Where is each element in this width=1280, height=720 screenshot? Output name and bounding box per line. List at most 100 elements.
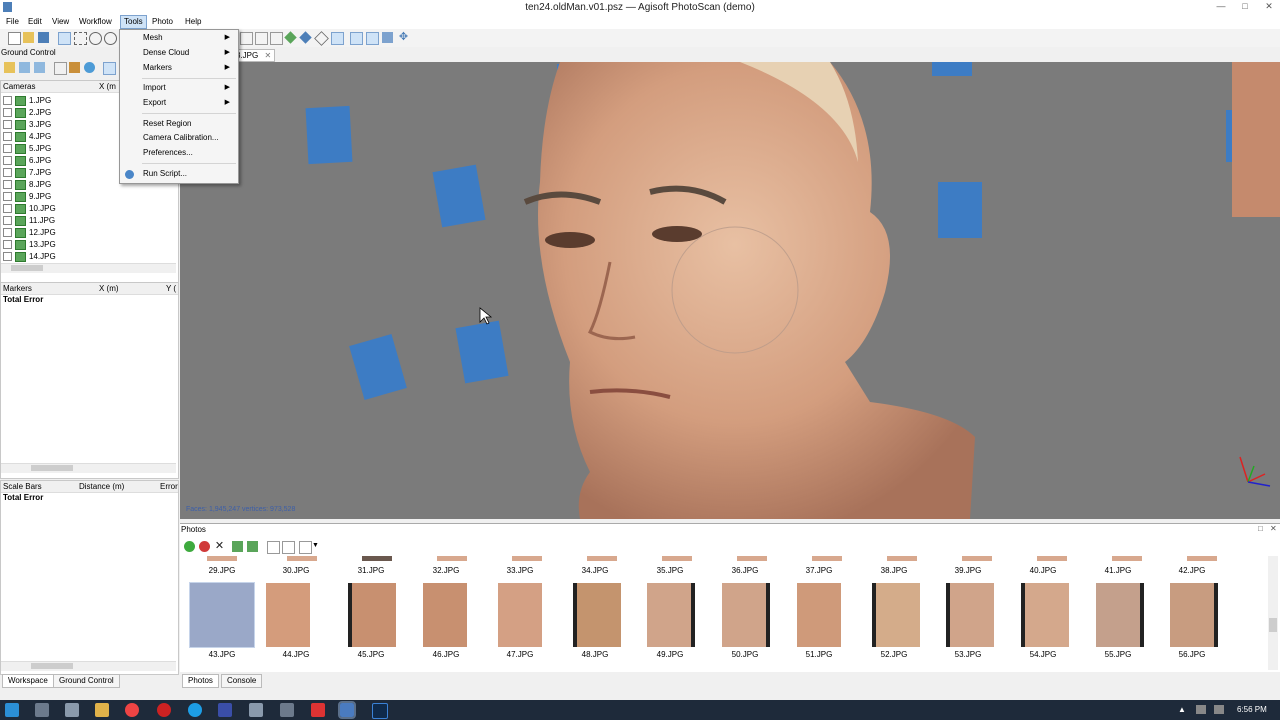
photo-thumbnail[interactable] bbox=[872, 583, 920, 647]
restore-icon[interactable]: □ bbox=[1258, 524, 1263, 533]
network-icon[interactable] bbox=[1196, 705, 1206, 714]
close-icon[interactable]: ✕ bbox=[1270, 524, 1277, 533]
photo-thumbnail[interactable] bbox=[498, 583, 542, 647]
reset-filter-icon[interactable] bbox=[267, 541, 280, 554]
photo-label[interactable]: 45.JPG bbox=[336, 650, 406, 659]
list-item[interactable]: 6.JPG bbox=[3, 155, 51, 167]
menu-item-mesh[interactable]: Mesh ▶ bbox=[143, 32, 233, 44]
view-source-icon[interactable] bbox=[103, 62, 116, 75]
checkbox[interactable] bbox=[3, 168, 12, 178]
photo-thumbnail[interactable] bbox=[189, 582, 255, 648]
clock[interactable]: 6:56 PM bbox=[1237, 705, 1267, 714]
list-item[interactable]: 12.JPG bbox=[3, 227, 56, 239]
menu-edit[interactable]: Edit bbox=[25, 16, 45, 28]
point-cloud-icon[interactable] bbox=[255, 32, 268, 45]
photo-thumbnail[interactable] bbox=[348, 583, 396, 647]
close-icon[interactable]: ✕ bbox=[1258, 1, 1280, 12]
photo-thumbnail[interactable] bbox=[722, 583, 770, 647]
checkbox[interactable] bbox=[3, 156, 12, 166]
photoshop-icon[interactable] bbox=[372, 703, 388, 719]
move-icon[interactable]: ✥ bbox=[398, 32, 409, 43]
photo-label[interactable]: 42.JPG bbox=[1157, 566, 1227, 575]
checkbox[interactable] bbox=[3, 204, 12, 214]
photo-thumbnail[interactable] bbox=[573, 583, 621, 647]
photo-thumbnail[interactable] bbox=[1170, 583, 1218, 647]
shaded-icon[interactable] bbox=[284, 31, 297, 44]
close-tab-icon[interactable]: ✕ bbox=[264, 51, 271, 60]
filter-icon[interactable] bbox=[282, 541, 295, 554]
photo-thumbnail[interactable] bbox=[423, 583, 467, 647]
app-icon[interactable] bbox=[280, 703, 294, 717]
show-markers-icon[interactable] bbox=[366, 32, 379, 45]
update-icon[interactable] bbox=[84, 62, 95, 73]
menu-workflow[interactable]: Workflow bbox=[76, 16, 115, 28]
dense-cloud-icon[interactable] bbox=[270, 32, 283, 45]
grid-icon[interactable] bbox=[240, 32, 253, 45]
scrollbar-thumb[interactable] bbox=[1269, 618, 1277, 632]
menu-photo[interactable]: Photo bbox=[149, 16, 176, 28]
tab-photos[interactable]: Photos bbox=[182, 674, 219, 688]
list-item[interactable]: 9.JPG bbox=[3, 191, 51, 203]
menu-item-import[interactable]: Import ▶ bbox=[143, 82, 233, 94]
app-icon[interactable] bbox=[218, 703, 232, 717]
photo-label[interactable]: 43.JPG bbox=[187, 650, 257, 659]
menu-help[interactable]: Help bbox=[182, 16, 204, 28]
checkbox[interactable] bbox=[3, 132, 12, 142]
folder-icon[interactable] bbox=[95, 703, 109, 717]
export-icon[interactable] bbox=[19, 62, 30, 73]
navigation-icon[interactable] bbox=[58, 32, 71, 45]
photo-thumbnail[interactable] bbox=[1096, 583, 1144, 647]
photo-label[interactable]: 40.JPG bbox=[1008, 566, 1078, 575]
photo-thumbnail[interactable] bbox=[266, 583, 310, 647]
menu-file[interactable]: File bbox=[3, 16, 22, 28]
pdf-icon[interactable] bbox=[311, 703, 325, 717]
list-item[interactable]: 14.JPG bbox=[3, 251, 56, 263]
photo-thumbnail[interactable] bbox=[647, 583, 695, 647]
photo-label[interactable]: 41.JPG bbox=[1083, 566, 1153, 575]
optimize-icon[interactable] bbox=[69, 62, 80, 73]
list-item[interactable]: 11.JPG bbox=[3, 215, 55, 227]
photo-label[interactable]: 53.JPG bbox=[933, 650, 1003, 659]
minimize-icon[interactable]: — bbox=[1210, 1, 1232, 12]
photo-label[interactable]: 47.JPG bbox=[485, 650, 555, 659]
chrome-icon[interactable] bbox=[125, 703, 139, 717]
scrollbar-thumb[interactable] bbox=[31, 663, 73, 669]
photo-label[interactable]: 51.JPG bbox=[784, 650, 854, 659]
open-icon[interactable] bbox=[23, 32, 34, 43]
remove-icon[interactable]: ✕ bbox=[214, 541, 225, 552]
volume-icon[interactable] bbox=[1214, 705, 1224, 714]
photo-thumbnail[interactable] bbox=[1021, 583, 1069, 647]
checkbox[interactable] bbox=[3, 240, 12, 250]
list-item[interactable]: 13.JPG bbox=[3, 239, 56, 251]
checkbox[interactable] bbox=[3, 144, 12, 154]
list-item[interactable]: 3.JPG bbox=[3, 119, 51, 131]
checkbox[interactable] bbox=[3, 96, 12, 106]
chevron-up-icon[interactable]: ▲ bbox=[1178, 705, 1188, 714]
photo-label[interactable]: 33.JPG bbox=[485, 566, 555, 575]
chevron-down-icon[interactable]: ▼ bbox=[312, 542, 319, 549]
menu-item-dense-cloud[interactable]: Dense Cloud ▶ bbox=[143, 47, 233, 59]
textured-icon[interactable] bbox=[331, 32, 344, 45]
menu-item-export[interactable]: Export ▶ bbox=[143, 97, 233, 109]
free-form-selection-icon[interactable] bbox=[104, 32, 117, 45]
menu-item-reset-region[interactable]: Reset Region bbox=[143, 118, 233, 130]
enable-icon[interactable] bbox=[184, 541, 195, 552]
photo-label[interactable]: 50.JPG bbox=[710, 650, 780, 659]
horizontal-scrollbar[interactable] bbox=[1, 463, 176, 473]
photo-label[interactable]: 35.JPG bbox=[635, 566, 705, 575]
list-item[interactable]: 1.JPG bbox=[3, 95, 51, 107]
show-cameras-icon[interactable] bbox=[350, 32, 363, 45]
menu-item-preferences[interactable]: Preferences... bbox=[143, 147, 233, 159]
reference-settings-icon[interactable] bbox=[34, 62, 45, 73]
app-icon[interactable] bbox=[249, 703, 263, 717]
scrollbar-thumb[interactable] bbox=[11, 265, 43, 271]
model-viewport[interactable]: Faces: 1,945,247 vertices: 973,528 bbox=[180, 62, 1280, 519]
add-photos-icon[interactable] bbox=[232, 541, 243, 552]
photoscan-icon[interactable] bbox=[338, 701, 356, 719]
photo-thumbnail[interactable] bbox=[946, 583, 994, 647]
checkbox[interactable] bbox=[3, 120, 12, 130]
vertical-scrollbar[interactable] bbox=[1268, 556, 1278, 670]
menu-tools[interactable]: Tools bbox=[120, 15, 147, 29]
new-icon[interactable] bbox=[8, 32, 21, 45]
start-icon[interactable] bbox=[5, 703, 19, 717]
